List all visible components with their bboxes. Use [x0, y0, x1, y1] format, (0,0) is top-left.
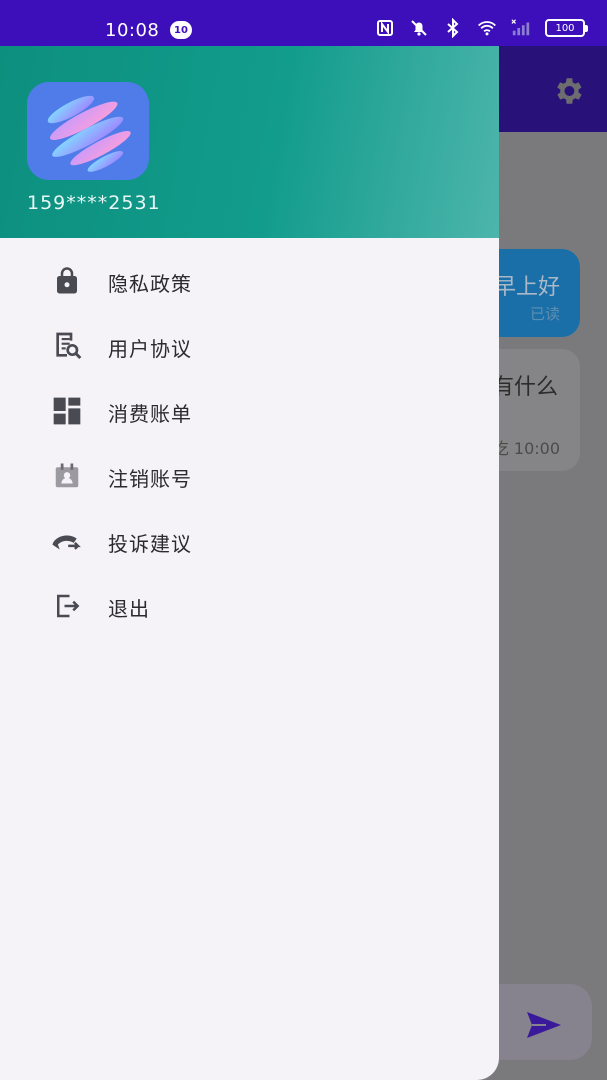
- notification-count-badge: 10: [170, 21, 192, 39]
- menu-item-label: 消费账单: [108, 402, 192, 426]
- user-message-text: 早上好: [493, 275, 560, 300]
- user-message-status: 已读: [529, 305, 560, 323]
- menu-item-billing[interactable]: 消费账单: [0, 378, 499, 443]
- menu-item-label: 用户协议: [108, 337, 192, 361]
- menu-item-logout[interactable]: 退出: [0, 573, 499, 638]
- dashboard-icon: [50, 394, 84, 428]
- app-logo: [27, 82, 149, 180]
- menu-item-feedback[interactable]: 投诉建议: [0, 508, 499, 573]
- menu-item-privacy-policy[interactable]: 隐私政策: [0, 248, 499, 313]
- status-icons: 100: [375, 18, 588, 38]
- battery-icon: 100: [545, 19, 588, 37]
- drawer-header: 159****2531: [0, 46, 499, 238]
- menu-item-delete-account[interactable]: 注销账号: [0, 443, 499, 508]
- mute-icon: [409, 18, 429, 38]
- account-cancel-icon: [50, 459, 84, 493]
- gear-icon[interactable]: [551, 74, 585, 108]
- status-time: 10:08: [105, 20, 160, 41]
- bot-message-time: 吃 10:00: [492, 439, 560, 458]
- menu-item-label: 隐私政策: [108, 272, 192, 296]
- menu-item-label: 投诉建议: [108, 532, 192, 556]
- lock-icon: [50, 264, 84, 298]
- drawer-menu: 隐私政策 用户协议 消费账单 注销账号 投诉建议 退出: [0, 248, 499, 638]
- bluetooth-icon: [443, 18, 463, 38]
- phone-forward-icon: [50, 524, 84, 558]
- menu-item-label: 注销账号: [108, 467, 192, 491]
- navigation-drawer: 159****2531 隐私政策 用户协议 消费账单 注销账号 投诉建议 退出: [0, 46, 499, 1080]
- wifi-icon: [477, 18, 497, 38]
- menu-item-label: 退出: [108, 597, 150, 621]
- document-search-icon: [50, 329, 84, 363]
- send-icon[interactable]: [524, 1008, 564, 1042]
- nfc-icon: [375, 18, 395, 38]
- status-bar: 10:08 10 100: [0, 0, 607, 46]
- logout-icon: [50, 589, 84, 623]
- menu-item-user-agreement[interactable]: 用户协议: [0, 313, 499, 378]
- bot-message-text: 有什么: [491, 375, 558, 400]
- user-phone-number: 159****2531: [27, 192, 161, 214]
- signal-icon: [511, 18, 531, 38]
